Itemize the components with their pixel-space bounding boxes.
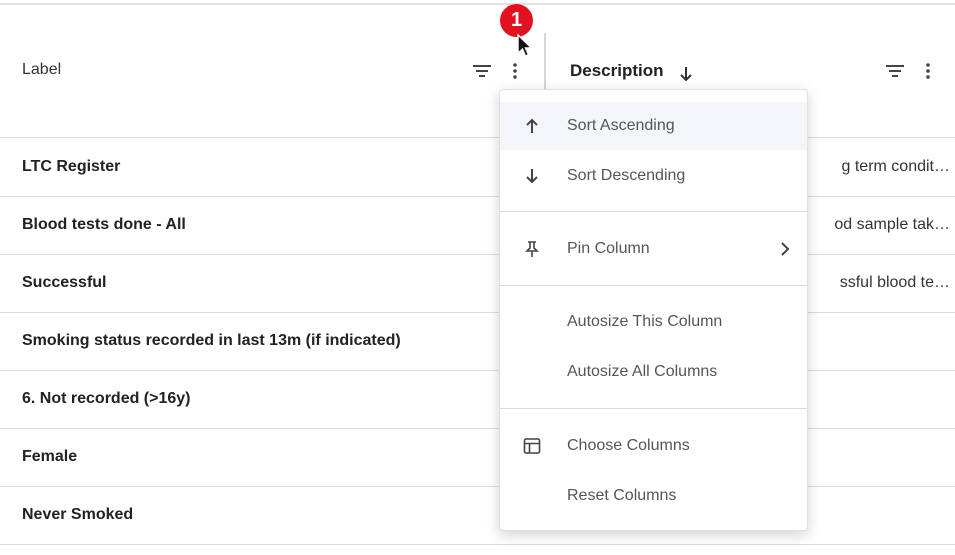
menu-item-label: Sort Ascending — [567, 117, 675, 134]
row-label: Never Smoked — [22, 506, 134, 523]
menu-item-label: Autosize All Columns — [567, 363, 718, 380]
label-column-menu-icon[interactable] — [504, 60, 526, 82]
row-description: g term condit… — [841, 158, 950, 175]
row-label: LTC Register — [22, 158, 121, 175]
table-row[interactable]: 6. Not recorded (>16y) — [0, 370, 955, 429]
menu-item-pin-column[interactable]: Pin Column — [500, 225, 807, 273]
row-label: Smoking status recorded in last 13m (if … — [22, 332, 401, 349]
menu-item-sort-ascending[interactable]: Sort Ascending — [500, 102, 807, 150]
mouse-cursor-icon — [516, 33, 536, 60]
arrow-up-icon — [522, 116, 542, 136]
table-row[interactable]: Never Smoked — [0, 486, 955, 545]
menu-item-label: Autosize This Column — [567, 313, 723, 330]
menu-divider — [500, 211, 807, 212]
row-description: od sample tak… — [834, 216, 950, 233]
row-label: 6. Not recorded (>16y) — [22, 390, 191, 407]
menu-item-label: Pin Column — [567, 240, 650, 257]
sort-descending-arrow-icon — [678, 65, 694, 83]
row-label: Blood tests done - All — [22, 216, 186, 233]
description-column-menu-icon[interactable] — [917, 60, 939, 82]
menu-item-autosize-all-columns[interactable]: Autosize All Columns — [500, 348, 807, 396]
menu-item-label: Sort Descending — [567, 167, 686, 184]
table-row[interactable]: Successful ssful blood te… — [0, 254, 955, 313]
pin-icon — [522, 239, 542, 259]
row-description: ssful blood te… — [839, 274, 950, 291]
label-column-header[interactable]: Label — [22, 61, 61, 79]
menu-divider — [500, 408, 807, 409]
menu-item-reset-columns[interactable]: Reset Columns — [500, 472, 807, 520]
grid-header: Label Description — [0, 5, 955, 138]
menu-item-label: Reset Columns — [567, 487, 677, 504]
menu-divider — [500, 285, 807, 286]
menu-item-choose-columns[interactable]: Choose Columns — [500, 422, 807, 470]
step-number-badge: 1 — [500, 4, 533, 37]
menu-item-label: Choose Columns — [567, 437, 690, 454]
table-row[interactable]: Smoking status recorded in last 13m (if … — [0, 312, 955, 371]
menu-item-sort-descending[interactable]: Sort Descending — [500, 152, 807, 200]
row-label: Successful — [22, 274, 107, 291]
data-grid: Label Description LTC Register g term co… — [0, 0, 955, 555]
column-context-menu: Sort Ascending Sort Descending Pin Colum… — [499, 89, 808, 531]
menu-item-autosize-this-column[interactable]: Autosize This Column — [500, 298, 807, 346]
table-row[interactable]: Blood tests done - All od sample tak… — [0, 196, 955, 255]
columns-layout-icon — [522, 436, 542, 456]
arrow-down-icon — [522, 166, 542, 186]
description-column-header[interactable]: Description — [570, 61, 664, 81]
description-filter-icon[interactable] — [884, 60, 906, 82]
label-filter-icon[interactable] — [471, 60, 493, 82]
table-row[interactable]: LTC Register g term condit… — [0, 138, 955, 197]
table-row[interactable]: Female — [0, 428, 955, 487]
row-label: Female — [22, 448, 78, 465]
chevron-right-icon — [778, 240, 792, 258]
